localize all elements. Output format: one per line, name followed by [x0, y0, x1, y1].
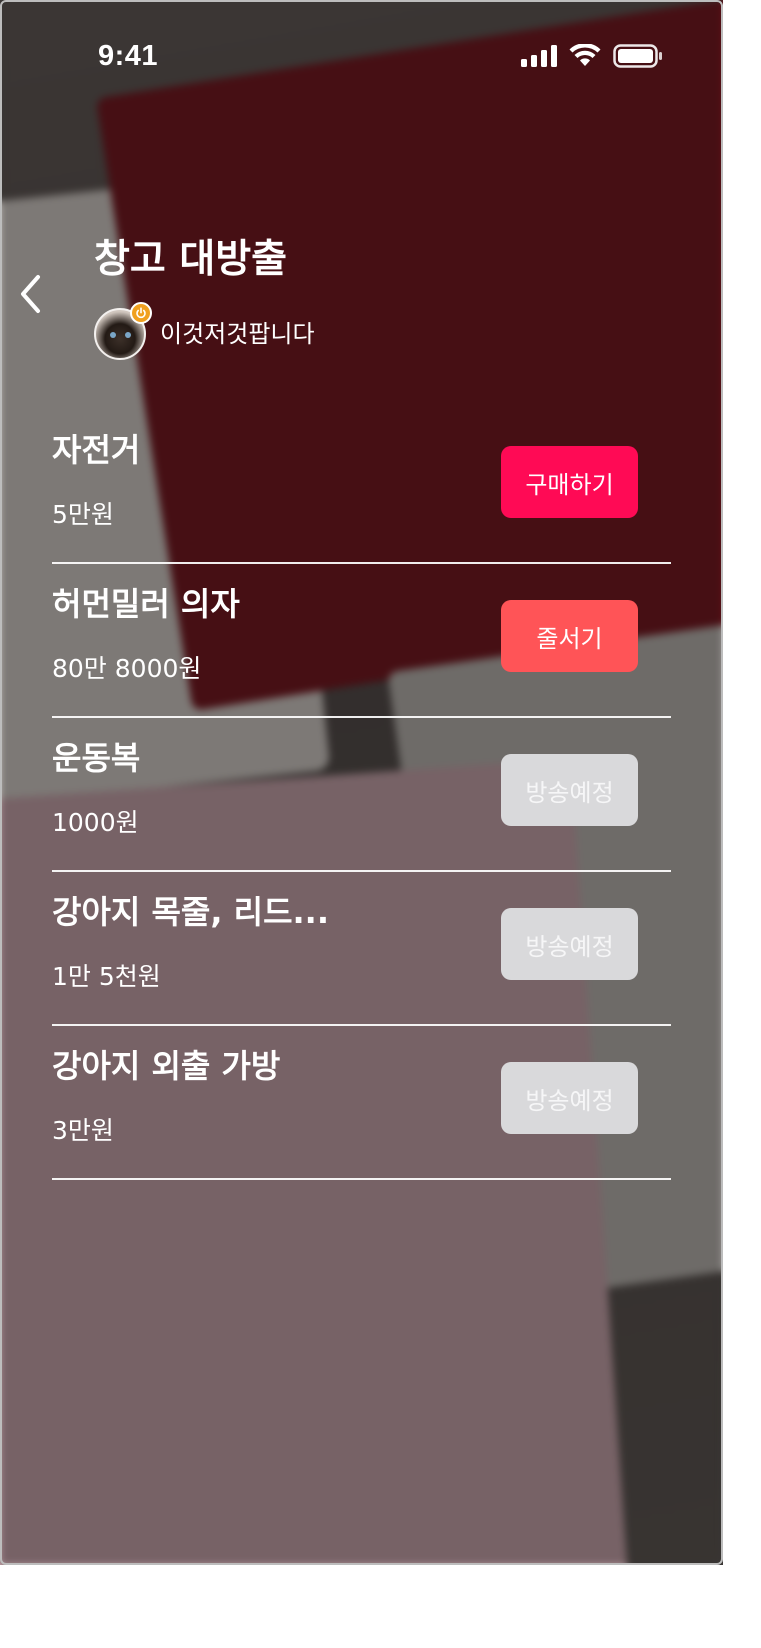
scheduled-button[interactable]: 방송예정 [501, 754, 638, 826]
product-name: 허먼밀러 의자 [52, 585, 240, 623]
product-row: 자전거 5만원 구매하기 [52, 410, 671, 564]
battery-icon [613, 44, 663, 72]
seller-profile[interactable]: 이것저것팝니다 [94, 302, 315, 360]
product-row: 강아지 외출 가방 3만원 방송예정 [52, 1026, 671, 1180]
status-icons [521, 43, 663, 72]
scheduled-button[interactable]: 방송예정 [501, 1062, 638, 1134]
product-price: 80만 8000원 [52, 654, 202, 683]
live-power-icon [130, 302, 152, 324]
signal-icon [521, 45, 557, 71]
status-bar: 9:41 [0, 0, 723, 110]
status-time: 9:41 [98, 40, 159, 72]
product-name: 운동복 [52, 739, 141, 777]
buy-button[interactable]: 구매하기 [501, 446, 638, 518]
product-name: 자전거 [52, 431, 141, 469]
product-price: 1만 5천원 [52, 962, 161, 991]
scheduled-button[interactable]: 방송예정 [501, 908, 638, 980]
product-name: 강아지 목줄, 리드... [52, 893, 329, 931]
product-row: 강아지 목줄, 리드... 1만 5천원 방송예정 [52, 872, 671, 1026]
product-price: 5만원 [52, 500, 114, 529]
product-price: 1000원 [52, 808, 139, 837]
chevron-left-icon [18, 274, 42, 318]
product-name: 강아지 외출 가방 [52, 1047, 281, 1085]
product-price: 3만원 [52, 1116, 114, 1145]
seller-avatar-wrap [94, 302, 152, 360]
seller-name: 이것저것팝니다 [160, 320, 315, 348]
phone-screen: 9:41 창고 대방출 이것저것팝니다 자전거 5만원 구매하기 허먼밀러 의자… [0, 0, 723, 1565]
page-title: 창고 대방출 [94, 237, 287, 282]
product-row: 운동복 1000원 방송예정 [52, 718, 671, 872]
product-list: 자전거 5만원 구매하기 허먼밀러 의자 80만 8000원 줄서기 운동복 1… [52, 410, 671, 1180]
product-row: 허먼밀러 의자 80만 8000원 줄서기 [52, 564, 671, 718]
back-button[interactable] [10, 272, 50, 320]
queue-button[interactable]: 줄서기 [501, 600, 638, 672]
wifi-icon [569, 43, 601, 72]
